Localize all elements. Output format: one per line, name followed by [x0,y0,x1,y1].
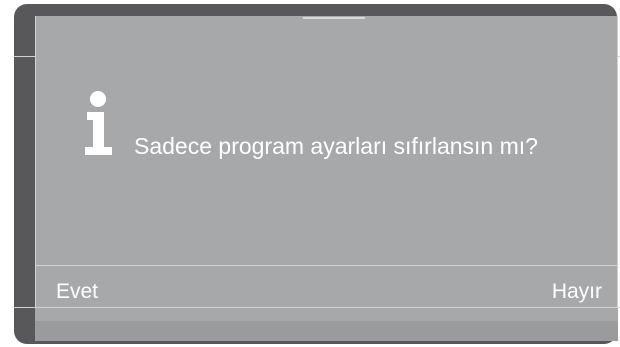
display-screen: Sadece program ayarları sıfırlansın mı? … [14,16,620,341]
top-indicator [303,17,365,19]
frame-tick-left [14,56,35,57]
frame-tick-bottom-left [14,307,35,308]
softkey-divider-top [35,265,618,266]
frame-line-right [617,16,618,307]
yes-softkey[interactable]: Evet [56,270,98,314]
dialog-message: Sadece program ayarları sıfırlansın mı? [134,133,538,159]
softkey-divider-bottom [35,307,618,308]
no-softkey[interactable]: Hayır [552,270,602,314]
device-bezel: Sadece program ayarları sıfırlansın mı? … [14,4,620,344]
bottom-strip [35,321,618,341]
info-icon [85,91,112,155]
frame-line-left [35,16,36,307]
